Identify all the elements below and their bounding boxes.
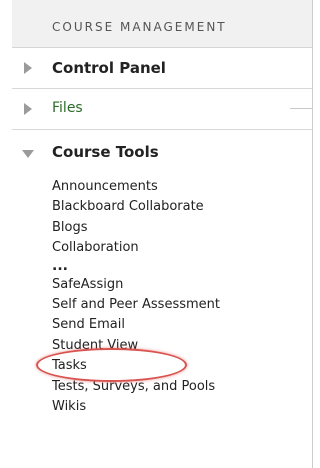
tool-announcements[interactable]: Announcements (52, 177, 220, 197)
files-label[interactable]: Files (52, 100, 83, 116)
panel-border (312, 0, 313, 468)
triangle-down-icon[interactable] (22, 150, 34, 158)
tool-self-and-peer-assessment[interactable]: Self and Peer Assessment (52, 295, 220, 315)
triangle-right-icon[interactable] (24, 62, 32, 74)
ellipsis: ... (52, 257, 68, 274)
control-panel-row[interactable]: Control Panel (12, 48, 313, 89)
course-management-panel: COURSE MANAGEMENT Control Panel Files Co… (12, 0, 313, 468)
course-management-title: COURSE MANAGEMENT (52, 20, 227, 34)
control-panel-label[interactable]: Control Panel (52, 59, 166, 77)
course-tools-list: Announcements Blackboard Collaborate Blo… (52, 177, 220, 417)
tool-safeassign[interactable]: SafeAssign (52, 275, 220, 295)
files-row[interactable]: Files (12, 89, 313, 130)
divider (290, 108, 313, 109)
send-email-highlight-circle (36, 348, 187, 382)
triangle-right-icon[interactable] (24, 103, 32, 115)
tool-collaboration[interactable]: Collaboration (52, 238, 220, 258)
course-tools-label[interactable]: Course Tools (52, 143, 159, 161)
tool-wikis[interactable]: Wikis (52, 397, 220, 417)
tool-blackboard-collaborate[interactable]: Blackboard Collaborate (52, 197, 220, 217)
tool-send-email[interactable]: Send Email (52, 315, 220, 335)
course-management-header: COURSE MANAGEMENT (12, 0, 313, 48)
tool-blogs[interactable]: Blogs (52, 218, 220, 238)
